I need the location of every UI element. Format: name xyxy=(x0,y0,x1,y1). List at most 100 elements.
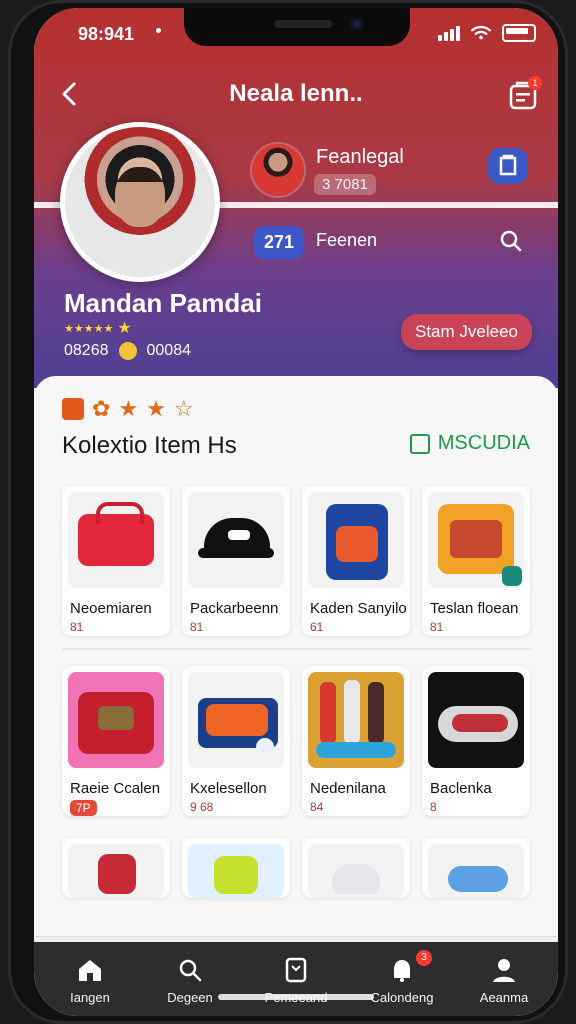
cart-button[interactable]: 1 xyxy=(506,76,542,112)
item-price: 81 xyxy=(190,620,204,634)
row-divider xyxy=(62,648,532,650)
phone-frame: 98:941 Neala lenn.. 1 Feanlegal 3 7081 2… xyxy=(8,0,568,1024)
item-price: 7P xyxy=(70,800,97,816)
item-image xyxy=(308,492,404,588)
camera xyxy=(350,17,364,31)
collection-item[interactable] xyxy=(422,838,530,898)
item-image xyxy=(188,492,284,588)
status-icons xyxy=(438,24,536,42)
tag-icon xyxy=(499,154,517,176)
tab-label: Aeanma xyxy=(479,989,529,1005)
tab-search[interactable]: Degeen xyxy=(140,948,240,1012)
badge-button[interactable] xyxy=(488,148,528,184)
item-price: 84 xyxy=(310,800,324,814)
item-image xyxy=(308,844,404,898)
item-image xyxy=(188,672,284,768)
tab-label: Degeen xyxy=(167,989,213,1005)
ribbon-icon xyxy=(62,398,84,420)
item-name: Kaden Sanyilo xyxy=(310,600,407,617)
tab-home[interactable]: Iangen xyxy=(40,948,140,1012)
coin-icon xyxy=(118,342,137,360)
rating: ★★★★★ ★ xyxy=(64,318,132,338)
collection-item[interactable] xyxy=(62,838,170,898)
mini-profile-name: Feanlegal xyxy=(316,146,404,168)
tab-account[interactable]: Aeanma xyxy=(454,948,554,1012)
search-button[interactable] xyxy=(498,228,524,254)
collection-item[interactable]: Kaden Sanyilo 61 xyxy=(302,486,410,636)
collection-item[interactable]: Nedenilana 84 xyxy=(302,666,410,816)
device-notch xyxy=(184,8,410,46)
cart-badge: 1 xyxy=(528,76,542,90)
stat-value: 08268 xyxy=(64,342,109,359)
star-icon: ★ xyxy=(146,396,166,421)
item-image xyxy=(308,672,404,768)
item-price: 61 xyxy=(310,620,324,634)
item-name: Nedenilana xyxy=(310,780,386,797)
item-price: 81 xyxy=(70,620,84,634)
item-image xyxy=(428,492,524,588)
item-name: Neoemiaren xyxy=(70,600,152,617)
tab-label: Calondeng xyxy=(370,989,434,1005)
status-time: 98:941 xyxy=(78,24,135,44)
collection-item[interactable] xyxy=(302,838,410,898)
profile-avatar[interactable] xyxy=(60,122,220,282)
home-icon xyxy=(79,959,101,981)
collection-item[interactable]: Packarbeenn 81 xyxy=(182,486,290,636)
profile-name: Mandan Pamdai xyxy=(64,288,262,318)
wifi-icon xyxy=(471,25,491,40)
battery-icon xyxy=(502,24,536,42)
item-image xyxy=(68,492,164,588)
collection-item[interactable]: Teslan floean 81 xyxy=(422,486,530,636)
collection-item[interactable]: Kxelesellon 9 68 xyxy=(182,666,290,816)
collection-panel: ✿ ★ ★ ☆ Kolextio Item Hs MSCUDIA Neoemia… xyxy=(34,376,558,936)
profile-header: 98:941 Neala lenn.. 1 Feanlegal 3 7081 2… xyxy=(34,8,558,388)
top-bar: Neala lenn.. 1 xyxy=(34,74,558,114)
item-name: Kxelesellon xyxy=(190,780,267,797)
tab-label: Iangen xyxy=(70,989,110,1005)
home-indicator[interactable] xyxy=(218,994,374,1000)
followers-label: Feenen xyxy=(316,230,378,250)
mini-avatar[interactable] xyxy=(252,144,304,196)
item-name: Baclenka xyxy=(430,780,492,797)
mini-profile-tag: 3 7081 xyxy=(314,174,376,195)
profile-stats: 08268 00084 xyxy=(64,342,191,360)
item-image xyxy=(68,672,164,768)
collection-item[interactable] xyxy=(182,838,290,898)
item-name: Packarbeenn xyxy=(190,600,279,617)
followers-count[interactable]: 271 xyxy=(254,226,305,259)
speaker xyxy=(274,20,332,28)
star-icon: ★ xyxy=(118,396,139,421)
filter-icon xyxy=(409,433,430,454)
item-image xyxy=(188,844,284,898)
page-title: Neala lenn.. xyxy=(229,80,363,107)
star-icon: ★★★★★ xyxy=(64,322,114,335)
item-price: 81 xyxy=(430,620,444,634)
star-outline-icon: ☆ xyxy=(173,396,194,421)
collection-item[interactable]: Neoemiaren 81 xyxy=(62,486,170,636)
stat-value: 00084 xyxy=(146,342,192,359)
user-icon xyxy=(493,958,515,982)
badge-row: ✿ ★ ★ ☆ xyxy=(62,396,194,422)
tab-notifications[interactable]: 3 Calondeng xyxy=(352,948,452,1012)
item-image xyxy=(428,844,524,898)
item-name: Raeie Ccalen xyxy=(70,780,161,797)
flower-icon: ✿ xyxy=(92,396,111,421)
cellular-signal-icon xyxy=(438,25,460,41)
item-image xyxy=(68,844,164,898)
filter-label: MSCUDIA xyxy=(437,432,530,454)
tab-center[interactable]: Pemeeand xyxy=(246,948,346,1012)
collection-item[interactable]: Raeie Ccalen 7P xyxy=(62,666,170,816)
star-icon: ★ xyxy=(117,320,132,337)
action-button[interactable]: Stam Jveleeo xyxy=(401,314,532,350)
grid-row: Raeie Ccalen 7P Kxelesellon 9 68 Nedenil… xyxy=(62,666,532,826)
item-price: 9 68 xyxy=(190,800,214,814)
bottom-tab-bar: Iangen Degeen Pemeeand xyxy=(34,942,558,1016)
status-dot xyxy=(156,28,161,33)
notification-badge: 3 xyxy=(416,950,432,966)
bookmark-icon xyxy=(285,957,307,982)
filter-button[interactable]: MSCUDIA xyxy=(409,432,530,455)
section-title: Kolextio Item Hs xyxy=(62,432,237,459)
item-price: 8 xyxy=(430,800,437,814)
collection-item[interactable]: Baclenka 8 xyxy=(422,666,530,816)
search-icon xyxy=(500,230,522,252)
